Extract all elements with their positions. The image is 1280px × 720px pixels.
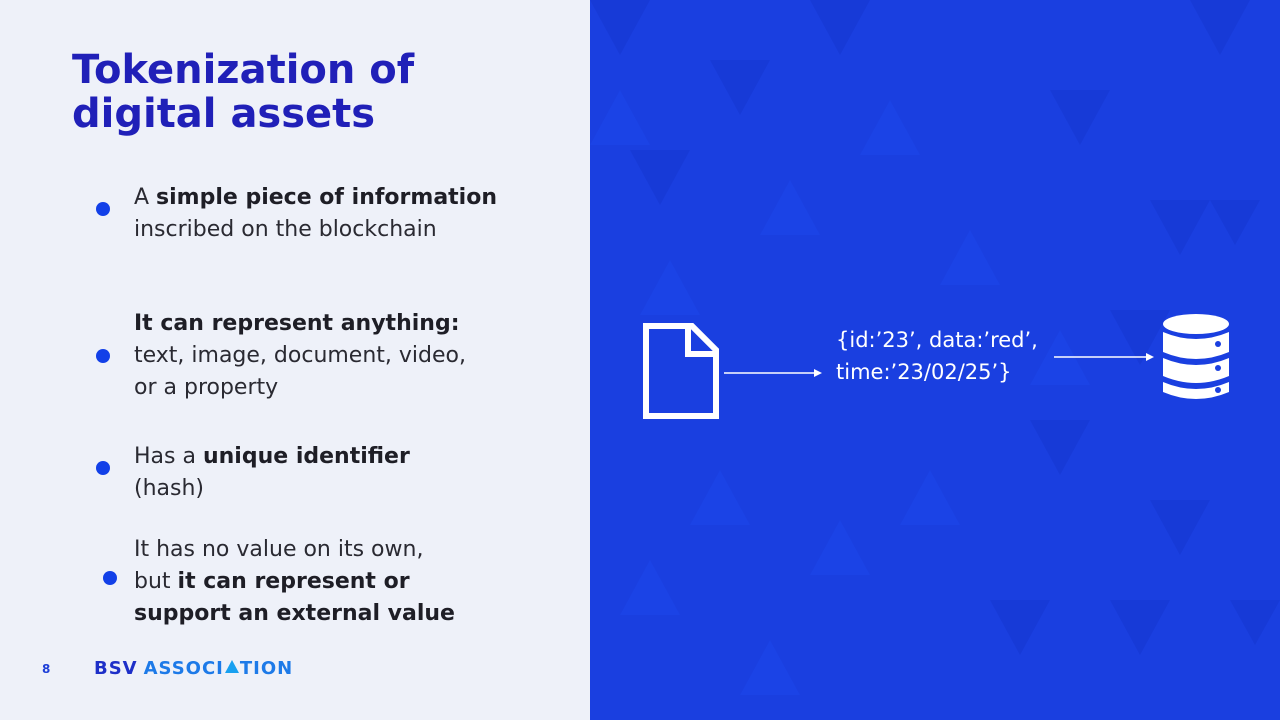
left-panel: Tokenization of digital assets A simple … [0, 0, 590, 720]
bullet-bold-text: unique identifier [202, 444, 410, 469]
bullet-text-4: It has no value on its own, but it can r… [134, 534, 464, 630]
bullet-bold-text: simple piece of information [156, 185, 497, 210]
bullet-plain-text: A [134, 185, 157, 210]
logo-association: ASSOCI TION [144, 658, 294, 679]
bullet-text-2: It can represent anything: text, image, … [134, 308, 474, 404]
arrow-right-icon [724, 369, 822, 377]
page-number: 8 [42, 662, 51, 676]
slide-title: Tokenization of digital assets [72, 47, 415, 137]
bsv-association-logo: BSV ASSOCI TION [94, 658, 293, 679]
bullet-text-3: Has a unique identifier (hash) [134, 441, 434, 505]
bullet-dot [103, 571, 117, 585]
bullet-plain-text: Has a [134, 444, 203, 469]
bullet-plain-text: (hash) [134, 476, 204, 501]
logo-association-a: ASSOCI [143, 658, 224, 679]
bullet-dot [96, 349, 110, 363]
bullet-plain-text: text, image, document, video, or a prope… [134, 343, 466, 400]
database-icon [1163, 314, 1229, 399]
bullet-bold-text: it can represent or support an external … [134, 569, 455, 626]
record-line-2: time:’23/02/25’} [836, 360, 1012, 384]
bullet-text-1: A simple piece of information inscribed … [134, 182, 514, 246]
diagram-panel: {id:’23’, data:’red’, time:’23/02/25’} [590, 0, 1280, 720]
bullet-dot [96, 461, 110, 475]
token-record-text: {id:’23’, data:’red’, time:’23/02/25’} [836, 324, 1066, 388]
bullet-plain-text: inscribed on the blockchain [134, 217, 437, 242]
logo-triangle-icon [224, 660, 239, 673]
record-line-1: {id:’23’, data:’red’, [836, 328, 1038, 352]
logo-bsv: BSV [94, 658, 138, 679]
document-icon [643, 323, 719, 419]
bullet-dot [96, 202, 110, 216]
arrow-right-icon [1054, 353, 1154, 361]
bullet-bold-text: It can represent anything: [134, 311, 460, 336]
logo-association-b: TION [239, 658, 294, 679]
